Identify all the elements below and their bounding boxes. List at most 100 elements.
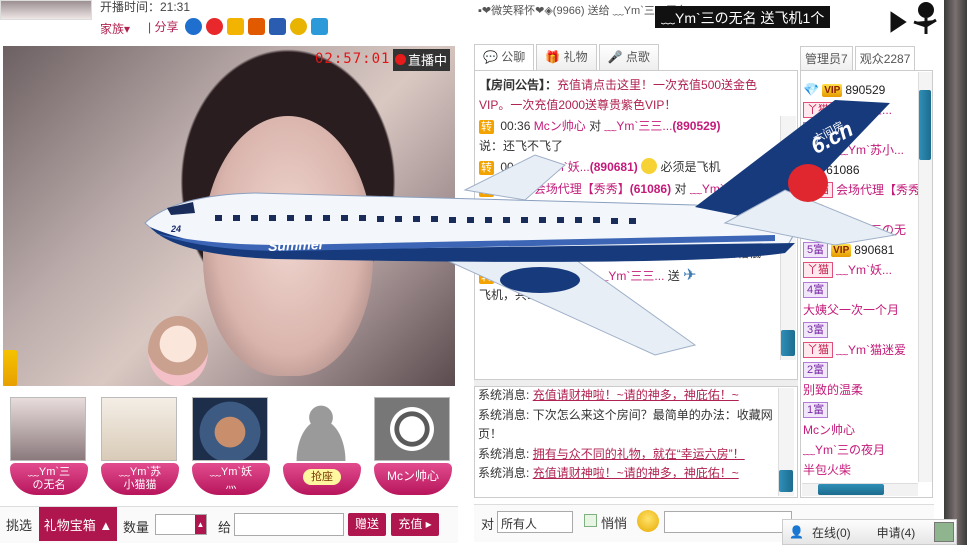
user-list-row[interactable]: 💎 VIP 890529 [803, 80, 919, 100]
user-list-row[interactable]: 3富 [803, 320, 919, 340]
seat-4-empty[interactable]: 抢座 [283, 397, 361, 495]
msg-sender[interactable]: ﹏Ym`妖... [534, 160, 590, 174]
chat-target-select[interactable]: 所有人 [497, 511, 573, 533]
msg-sender[interactable]: Mcン帅心 [534, 119, 586, 133]
user-list-row[interactable]: 大姨父一次一个月 [803, 300, 919, 320]
host-avatar[interactable] [0, 0, 92, 20]
live-label: 直播中 [408, 53, 448, 68]
user-list-row[interactable]: Mcン帅心 [803, 420, 919, 440]
user-list-row[interactable]: ﹏Ym`三の夜月 [803, 440, 919, 460]
family-menu[interactable]: 家族▾ [100, 20, 130, 37]
video-player[interactable] [3, 46, 455, 386]
user-list-hscroll-thumb[interactable] [818, 484, 884, 495]
weibo-icon[interactable] [206, 18, 224, 35]
user-name[interactable]: Mcン帅心 [803, 420, 855, 440]
seat-5[interactable]: Mcン帅心 [374, 397, 452, 495]
status-bar: 👤 在线(0) 申请(4) [782, 519, 957, 545]
user-list-scroll-thumb[interactable] [919, 90, 931, 160]
video-timer: 02:57:01 [315, 51, 391, 67]
seat-photo[interactable] [192, 397, 268, 461]
tab-songs[interactable]: 🎤 点歌 [598, 44, 659, 70]
user-name[interactable]: 别致的温柔 [803, 380, 863, 400]
msg-sender[interactable]: ﹏Ym`妖... [534, 246, 590, 260]
user-name[interactable]: ﹏Ym`妖... [836, 260, 892, 280]
six-logo-icon[interactable] [374, 397, 450, 461]
user-name[interactable]: ﹏Ym`三の无 [836, 220, 906, 240]
user-list-row[interactable]: 4富 [803, 280, 919, 300]
p-icon[interactable] [311, 18, 329, 35]
recharge-button[interactable]: 充值 ▸ [391, 513, 439, 536]
msg-text: 必须是飞机 [660, 160, 721, 174]
send-gift-button[interactable]: 赠送 [348, 513, 386, 536]
system-link[interactable]: 充值请财神啦！~请的神多，神庇佑！~ [533, 466, 739, 480]
quantity-dropdown-icon[interactable]: ▲ [195, 515, 206, 534]
seat-1[interactable]: ﹏Ym`三 の无名 [10, 397, 88, 495]
star-icon[interactable] [227, 18, 245, 35]
system-scroll-thumb[interactable] [779, 470, 793, 492]
gift-box-button[interactable]: 礼物宝箱 ▲ [39, 507, 117, 541]
user-list-row[interactable]: 5富 VIP 890681 [803, 240, 919, 260]
broadcast-time: 开播时间：21:31 [100, 0, 191, 14]
recipient-input[interactable] [234, 513, 344, 536]
msg-target[interactable]: ﹏Ym`三... [690, 182, 746, 196]
msg-target-id: (890529) [672, 119, 721, 133]
chat-scrollbar[interactable] [780, 116, 796, 360]
user-list-row[interactable]: 别致的温柔 [803, 380, 919, 400]
user-name[interactable]: ﹏Ym`猫迷爱 [836, 340, 906, 360]
user-list-row[interactable]: 2富 [803, 360, 919, 380]
user-list-row[interactable]: 丫猫 ﹏Ym`猫迷爱 [803, 340, 919, 360]
user-list-row[interactable]: 丫猫 ﹏Ym`三の无 [803, 220, 919, 240]
live-badge: 直播中 [393, 49, 451, 71]
seat-name: Mcン帅心 [374, 463, 452, 495]
volume-handle[interactable] [3, 350, 17, 386]
chat-scroll-thumb[interactable] [781, 330, 795, 356]
system-message: 系统消息: 充值请财神啦！~请的神多，神庇佑！~ [478, 386, 774, 406]
msg-time: 00:37 [500, 268, 531, 283]
rank-badge: 丫猫 [803, 262, 833, 278]
msg-time: 00:36 [500, 160, 531, 174]
system-link[interactable]: 充值请财神啦！~请的神多，神庇佑！~ [533, 388, 739, 402]
system-link[interactable]: 拥有与众不同的礼物，就在“幸运六房”！ [533, 447, 745, 461]
user-list-row[interactable]: 丫猫 ﹏Ym`妖... [803, 260, 919, 280]
emoji-icon[interactable] [637, 510, 659, 532]
user-list-row[interactable]: 1富 [803, 400, 919, 420]
user-name[interactable]: ﹏Ym`三の夜月 [803, 440, 885, 460]
user-name[interactable]: 61086 [826, 160, 859, 180]
seat-3[interactable]: ﹏Ym`妖 灬 [192, 397, 270, 495]
user-list-row[interactable]: VIP [803, 200, 919, 220]
tab-audience[interactable]: 观众2287 [854, 46, 916, 72]
user-avatar[interactable] [934, 522, 954, 542]
user-list-row[interactable]: 丫猫 ﹏Ym`三... [803, 100, 919, 120]
online-count[interactable]: 在线(0) [812, 524, 851, 541]
whisper-checkbox[interactable] [584, 514, 597, 527]
chat-message-input[interactable] [664, 511, 792, 533]
user-name[interactable]: 890681 [854, 240, 894, 260]
tab-public-chat[interactable]: 💬 公聊 [474, 44, 535, 70]
msg-target[interactable]: ﹏Ym`三三... [604, 119, 672, 133]
paw-icon[interactable] [269, 18, 287, 35]
pick-label: 挑选 [6, 518, 33, 533]
user-name[interactable]: 半包火柴 [803, 460, 851, 480]
tab-admins[interactable]: 管理员7 [800, 46, 853, 72]
seat-name: ﹏Ym`三 の无名 [10, 463, 88, 495]
tab-gifts[interactable]: 🎁 礼物 [536, 44, 597, 70]
repost-badge: 转 [479, 269, 494, 284]
user-name[interactable]: 大姨父一次一个月 [803, 300, 899, 320]
seat-photo[interactable] [101, 397, 177, 461]
kaixin-icon[interactable] [290, 18, 308, 35]
flag-icon[interactable] [248, 18, 266, 35]
msg-target[interactable]: ﹏Ym`三三... [596, 269, 664, 283]
user-list-row[interactable]: 半包火柴 [803, 460, 919, 480]
user-name[interactable]: 会场代理【秀秀】 [836, 180, 919, 200]
msg-sender[interactable]: 会场代理【秀秀】 [534, 182, 630, 196]
people-icon[interactable] [185, 18, 203, 35]
msg-sender[interactable]: ﹏Ym`... [534, 269, 578, 283]
grab-seat-button[interactable]: 抢座 [303, 469, 341, 485]
apply-count[interactable]: 申请(4) [877, 524, 916, 541]
seat-2[interactable]: ﹏Ym`苏 小猫猫 [101, 397, 179, 495]
msg-verb: 向 [581, 268, 594, 283]
rank-badge: 4富 [803, 282, 829, 298]
user-name[interactable]: 890529 [845, 80, 885, 100]
seat-photo[interactable] [10, 397, 86, 461]
chat-message: 转 00:37 ﹏Ym`妖...(890681) 只能价格高不许价格低 [479, 244, 775, 264]
